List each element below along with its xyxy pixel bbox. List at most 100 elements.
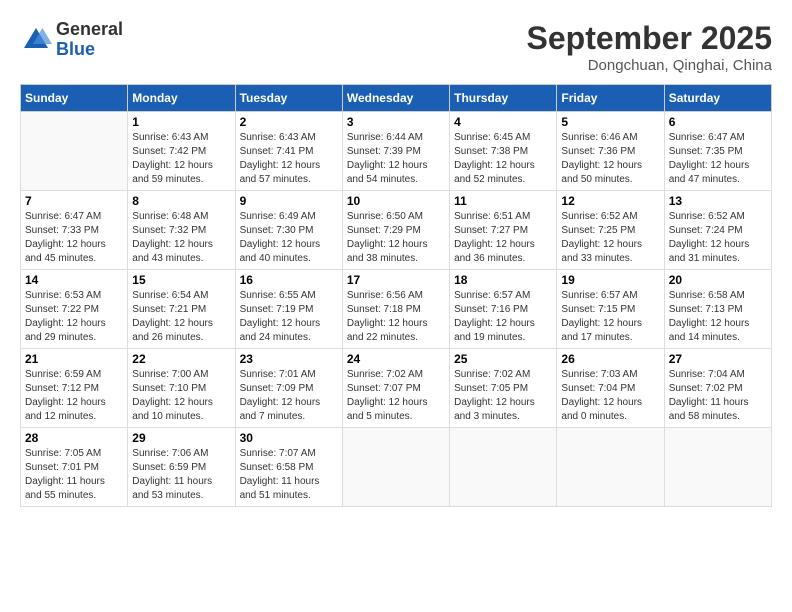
logo-blue-text: Blue <box>56 40 123 60</box>
day-number: 27 <box>669 352 767 366</box>
calendar-cell <box>557 428 664 507</box>
day-info: Sunrise: 6:47 AM Sunset: 7:33 PM Dayligh… <box>25 210 123 266</box>
day-info: Sunrise: 6:48 AM Sunset: 7:32 PM Dayligh… <box>132 210 230 266</box>
calendar-cell: 7 Sunrise: 6:47 AM Sunset: 7:33 PM Daylig… <box>21 191 128 270</box>
calendar-cell: 10 Sunrise: 6:50 AM Sunset: 7:29 PM Dayli… <box>342 191 449 270</box>
day-number: 12 <box>561 194 659 208</box>
day-info: Sunrise: 7:01 AM Sunset: 7:09 PM Dayligh… <box>240 368 338 424</box>
calendar-cell: 28 Sunrise: 7:05 AM Sunset: 7:01 PM Dayli… <box>21 428 128 507</box>
day-number: 18 <box>454 273 552 287</box>
logo-general-text: General <box>56 20 123 40</box>
calendar-table: SundayMondayTuesdayWednesdayThursdayFrid… <box>20 84 772 507</box>
day-info: Sunrise: 6:46 AM Sunset: 7:36 PM Dayligh… <box>561 131 659 187</box>
calendar-cell: 2 Sunrise: 6:43 AM Sunset: 7:41 PM Daylig… <box>235 112 342 191</box>
day-info: Sunrise: 7:02 AM Sunset: 7:07 PM Dayligh… <box>347 368 445 424</box>
day-info: Sunrise: 6:54 AM Sunset: 7:21 PM Dayligh… <box>132 289 230 345</box>
calendar-cell: 4 Sunrise: 6:45 AM Sunset: 7:38 PM Daylig… <box>450 112 557 191</box>
calendar-week-row: 28 Sunrise: 7:05 AM Sunset: 7:01 PM Dayli… <box>21 428 772 507</box>
calendar-week-row: 14Sunrise: 6:53 AM Sunset: 7:22 PM Dayli… <box>21 270 772 349</box>
calendar-cell: 24Sunrise: 7:02 AM Sunset: 7:07 PM Dayli… <box>342 349 449 428</box>
calendar-cell: 20 Sunrise: 6:58 AM Sunset: 7:13 PM Dayli… <box>664 270 771 349</box>
day-info: Sunrise: 6:45 AM Sunset: 7:38 PM Dayligh… <box>454 131 552 187</box>
calendar-cell: 18Sunrise: 6:57 AM Sunset: 7:16 PM Dayli… <box>450 270 557 349</box>
calendar-cell: 6Sunrise: 6:47 AM Sunset: 7:35 PM Daylig… <box>664 112 771 191</box>
page-header: General Blue September 2025 Dongchuan, Q… <box>20 20 772 74</box>
day-of-week-header: Wednesday <box>342 85 449 112</box>
day-info: Sunrise: 7:02 AM Sunset: 7:05 PM Dayligh… <box>454 368 552 424</box>
day-number: 22 <box>132 352 230 366</box>
location: Dongchuan, Qinghai, China <box>527 57 772 74</box>
calendar-cell <box>450 428 557 507</box>
day-info: Sunrise: 6:43 AM Sunset: 7:41 PM Dayligh… <box>240 131 338 187</box>
calendar-cell: 1 Sunrise: 6:43 AM Sunset: 7:42 PM Daylig… <box>128 112 235 191</box>
calendar-cell: 16 Sunrise: 6:55 AM Sunset: 7:19 PM Dayli… <box>235 270 342 349</box>
calendar-cell: 12 Sunrise: 6:52 AM Sunset: 7:25 PM Dayli… <box>557 191 664 270</box>
day-info: Sunrise: 6:55 AM Sunset: 7:19 PM Dayligh… <box>240 289 338 345</box>
day-info: Sunrise: 6:56 AM Sunset: 7:18 PM Dayligh… <box>347 289 445 345</box>
calendar-cell <box>342 428 449 507</box>
day-of-week-header: Friday <box>557 85 664 112</box>
logo-icon <box>20 24 52 56</box>
calendar-cell: 19 Sunrise: 6:57 AM Sunset: 7:15 PM Dayli… <box>557 270 664 349</box>
day-number: 20 <box>669 273 767 287</box>
calendar-cell: 25Sunrise: 7:02 AM Sunset: 7:05 PM Dayli… <box>450 349 557 428</box>
day-number: 10 <box>347 194 445 208</box>
day-info: Sunrise: 6:52 AM Sunset: 7:24 PM Dayligh… <box>669 210 767 266</box>
calendar-week-row: 1 Sunrise: 6:43 AM Sunset: 7:42 PM Daylig… <box>21 112 772 191</box>
day-number: 1 <box>132 115 230 129</box>
day-number: 21 <box>25 352 123 366</box>
day-number: 15 <box>132 273 230 287</box>
day-number: 26 <box>561 352 659 366</box>
day-info: Sunrise: 6:52 AM Sunset: 7:25 PM Dayligh… <box>561 210 659 266</box>
day-number: 19 <box>561 273 659 287</box>
calendar-cell: 26 Sunrise: 7:03 AM Sunset: 7:04 PM Dayli… <box>557 349 664 428</box>
day-info: Sunrise: 6:51 AM Sunset: 7:27 PM Dayligh… <box>454 210 552 266</box>
day-number: 5 <box>561 115 659 129</box>
day-info: Sunrise: 7:07 AM Sunset: 6:58 PM Dayligh… <box>240 447 338 503</box>
day-number: 16 <box>240 273 338 287</box>
day-number: 6 <box>669 115 767 129</box>
calendar-body: 1 Sunrise: 6:43 AM Sunset: 7:42 PM Daylig… <box>21 112 772 507</box>
day-info: Sunrise: 6:58 AM Sunset: 7:13 PM Dayligh… <box>669 289 767 345</box>
day-number: 2 <box>240 115 338 129</box>
calendar-cell: 23 Sunrise: 7:01 AM Sunset: 7:09 PM Dayli… <box>235 349 342 428</box>
day-number: 17 <box>347 273 445 287</box>
day-info: Sunrise: 7:03 AM Sunset: 7:04 PM Dayligh… <box>561 368 659 424</box>
day-number: 4 <box>454 115 552 129</box>
calendar-cell: 17 Sunrise: 6:56 AM Sunset: 7:18 PM Dayli… <box>342 270 449 349</box>
day-info: Sunrise: 6:59 AM Sunset: 7:12 PM Dayligh… <box>25 368 123 424</box>
day-of-week-header: Saturday <box>664 85 771 112</box>
day-info: Sunrise: 6:44 AM Sunset: 7:39 PM Dayligh… <box>347 131 445 187</box>
day-number: 28 <box>25 431 123 445</box>
calendar-cell <box>21 112 128 191</box>
day-info: Sunrise: 7:06 AM Sunset: 6:59 PM Dayligh… <box>132 447 230 503</box>
day-of-week-header: Monday <box>128 85 235 112</box>
day-info: Sunrise: 6:43 AM Sunset: 7:42 PM Dayligh… <box>132 131 230 187</box>
calendar-cell: 5 Sunrise: 6:46 AM Sunset: 7:36 PM Daylig… <box>557 112 664 191</box>
day-info: Sunrise: 7:05 AM Sunset: 7:01 PM Dayligh… <box>25 447 123 503</box>
day-number: 30 <box>240 431 338 445</box>
calendar-cell: 14Sunrise: 6:53 AM Sunset: 7:22 PM Dayli… <box>21 270 128 349</box>
day-number: 14 <box>25 273 123 287</box>
day-number: 8 <box>132 194 230 208</box>
calendar-cell: 21 Sunrise: 6:59 AM Sunset: 7:12 PM Dayli… <box>21 349 128 428</box>
day-number: 23 <box>240 352 338 366</box>
day-info: Sunrise: 7:04 AM Sunset: 7:02 PM Dayligh… <box>669 368 767 424</box>
calendar-cell: 27 Sunrise: 7:04 AM Sunset: 7:02 PM Dayli… <box>664 349 771 428</box>
calendar-header: SundayMondayTuesdayWednesdayThursdayFrid… <box>21 85 772 112</box>
day-number: 29 <box>132 431 230 445</box>
day-number: 7 <box>25 194 123 208</box>
day-number: 13 <box>669 194 767 208</box>
calendar-cell: 22 Sunrise: 7:00 AM Sunset: 7:10 PM Dayli… <box>128 349 235 428</box>
day-of-week-header: Sunday <box>21 85 128 112</box>
days-of-week-row: SundayMondayTuesdayWednesdayThursdayFrid… <box>21 85 772 112</box>
day-info: Sunrise: 7:00 AM Sunset: 7:10 PM Dayligh… <box>132 368 230 424</box>
day-number: 3 <box>347 115 445 129</box>
calendar-cell: 15 Sunrise: 6:54 AM Sunset: 7:21 PM Dayli… <box>128 270 235 349</box>
day-info: Sunrise: 6:50 AM Sunset: 7:29 PM Dayligh… <box>347 210 445 266</box>
calendar-cell: 29 Sunrise: 7:06 AM Sunset: 6:59 PM Dayli… <box>128 428 235 507</box>
day-of-week-header: Tuesday <box>235 85 342 112</box>
day-info: Sunrise: 6:57 AM Sunset: 7:15 PM Dayligh… <box>561 289 659 345</box>
day-info: Sunrise: 6:49 AM Sunset: 7:30 PM Dayligh… <box>240 210 338 266</box>
calendar-cell <box>664 428 771 507</box>
